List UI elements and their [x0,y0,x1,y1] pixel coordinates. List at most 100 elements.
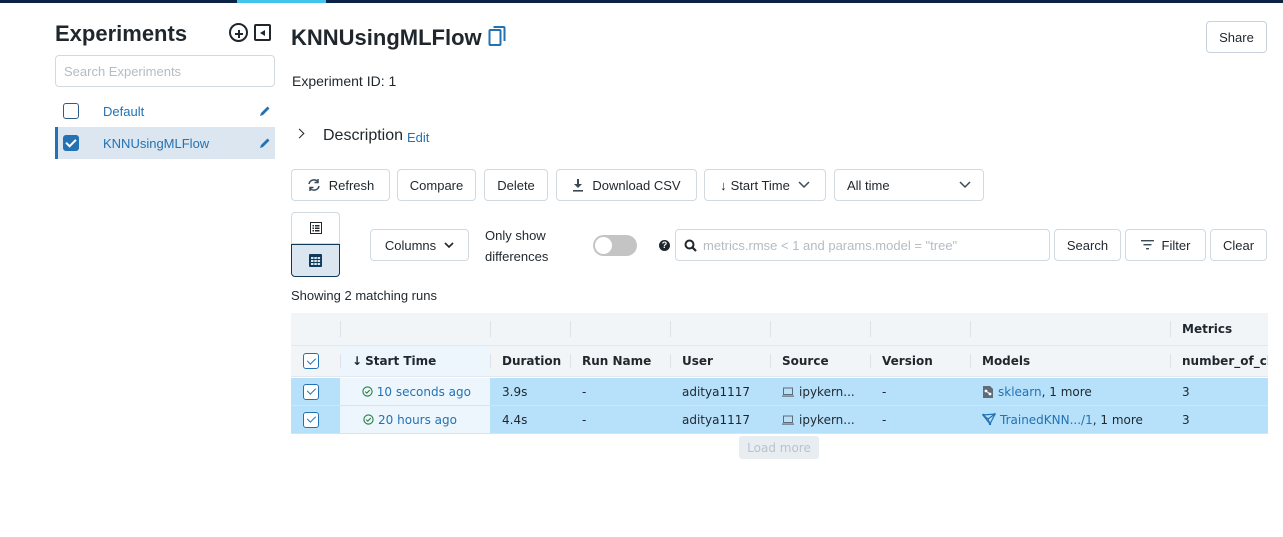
group-cell [770,313,870,345]
source-cell: ipykern... [770,378,870,405]
laptop-icon [782,387,794,397]
refresh-button[interactable]: Refresh [291,169,390,201]
time-range-select[interactable]: All time [834,169,984,201]
laptop-icon [782,415,794,425]
metric-cell: 3 [1182,412,1190,427]
load-more-button[interactable]: Load more [739,436,819,459]
experiment-id-value: 1 [388,73,397,89]
column-header-models[interactable]: Models [970,346,1170,376]
download-csv-button[interactable]: Download CSV [556,169,697,201]
table-row[interactable]: 20 hours ago 4.4s - aditya1117 ipykern..… [291,406,1268,434]
row-select-cell [291,378,340,405]
model-more: , 1 more [1041,384,1092,399]
sort-dropdown[interactable]: ↓ Start Time [704,169,826,201]
list-view-button[interactable] [291,212,340,244]
column-header-metric[interactable]: number_of_cla [1170,346,1268,376]
clear-button[interactable]: Clear [1210,229,1267,261]
version-cell: - [882,412,887,427]
delete-button[interactable]: Delete [484,169,548,201]
column-header-label: Start Time [365,354,437,368]
experiment-checkbox[interactable] [63,103,79,119]
toggle-knob [595,237,612,254]
model-link[interactable]: sklearn [998,385,1042,399]
download-csv-label: Download CSV [592,177,681,193]
duration-cell: 4.4s [502,412,528,427]
row-checkbox[interactable] [303,411,319,428]
select-all-checkbox[interactable] [303,353,319,369]
sklearn-icon [983,385,993,398]
column-header-version[interactable]: Version [870,346,970,376]
source-text: ipykern... [799,384,855,399]
table-row[interactable]: 10 seconds ago 3.9s - aditya1117 ipykern… [291,378,1268,406]
sidebar-title: Experiments [55,21,188,46]
sidebar-item-default[interactable]: Default [55,95,275,127]
start-time-cell[interactable]: 10 seconds ago [340,378,490,405]
columns-label: Columns [384,237,437,253]
select-all-cell [291,346,340,376]
row-checkbox[interactable] [303,383,319,400]
edit-pencil-icon[interactable] [259,105,271,117]
metric-cell: 3 [1182,384,1190,399]
experiment-id: Experiment ID: 1 [292,73,396,89]
model-more: , 1 more [1092,412,1143,427]
edit-pencil-icon[interactable] [259,137,271,149]
columns-button[interactable]: Columns [370,229,469,261]
description-label: Description [323,127,404,144]
search-experiments-input[interactable] [55,55,275,87]
sidebar-item-label[interactable]: KNNUsingMLFlow [103,136,259,151]
chevron-down-icon [444,241,454,248]
run-name-cell: - [582,384,587,399]
models-cell: TrainedKNN.../1, 1 more [970,406,1170,433]
sidebar-item-knnusingmlflow[interactable]: KNNUsingMLFlow [55,127,275,159]
group-cell [870,313,970,345]
matching-runs-count: Showing 2 matching runs [291,288,437,303]
group-cell [970,313,1170,345]
column-header-source[interactable]: Source [770,346,870,376]
edit-description-link[interactable]: Edit [407,130,429,145]
help-icon[interactable]: ? [659,240,670,251]
column-header-start-time[interactable]: ↓ Start Time [340,346,490,376]
list-view-icon [309,222,322,234]
view-toggle [291,212,340,277]
run-search-input[interactable] [701,236,1041,254]
search-button[interactable]: Search [1054,229,1121,261]
group-cell [340,313,490,345]
sidebar-item-label[interactable]: Default [103,104,259,119]
source-cell: ipykern... [770,406,870,433]
group-cell [670,313,770,345]
share-button[interactable]: Share [1206,21,1267,53]
sort-arrow-down-icon: ↓ [352,354,363,368]
start-time-link[interactable]: 20 hours ago [378,413,457,427]
top-nav-bar [0,0,1283,3]
start-time-cell[interactable]: 20 hours ago [340,406,490,433]
group-cell [570,313,670,345]
metrics-group-header: Metrics [1170,313,1268,345]
model-link[interactable]: TrainedKNN.../1 [1000,413,1093,427]
user-cell: aditya1117 [682,384,751,399]
collapse-sidebar-icon[interactable] [254,24,271,41]
copy-icon[interactable] [488,25,506,47]
experiment-checkbox[interactable] [63,135,79,151]
run-search-box [675,229,1050,261]
compare-button[interactable]: Compare [397,169,476,201]
only-show-differences-toggle[interactable] [593,235,637,256]
add-experiment-icon[interactable] [229,23,248,42]
column-header-duration[interactable]: Duration [490,346,570,376]
start-time-link[interactable]: 10 seconds ago [377,385,471,399]
chevron-right-icon[interactable] [294,128,305,139]
chevron-down-icon [959,181,971,189]
version-cell: - [882,384,887,399]
column-header-user[interactable]: User [670,346,770,376]
source-text: ipykern... [799,412,855,427]
table-view-button[interactable] [291,244,340,277]
filter-button[interactable]: Filter [1125,229,1206,261]
filter-icon [1140,240,1154,250]
page-title: KNNUsingMLFlow [291,25,482,50]
table-group-header-row: Metrics [291,313,1268,346]
chevron-down-icon [798,181,810,189]
row-select-cell [291,406,340,433]
refresh-label: Refresh [328,177,375,193]
table-header-row: ↓ Start Time Duration Run Name User Sourc… [291,346,1268,377]
download-icon [573,179,584,192]
column-header-run-name[interactable]: Run Name [570,346,670,376]
